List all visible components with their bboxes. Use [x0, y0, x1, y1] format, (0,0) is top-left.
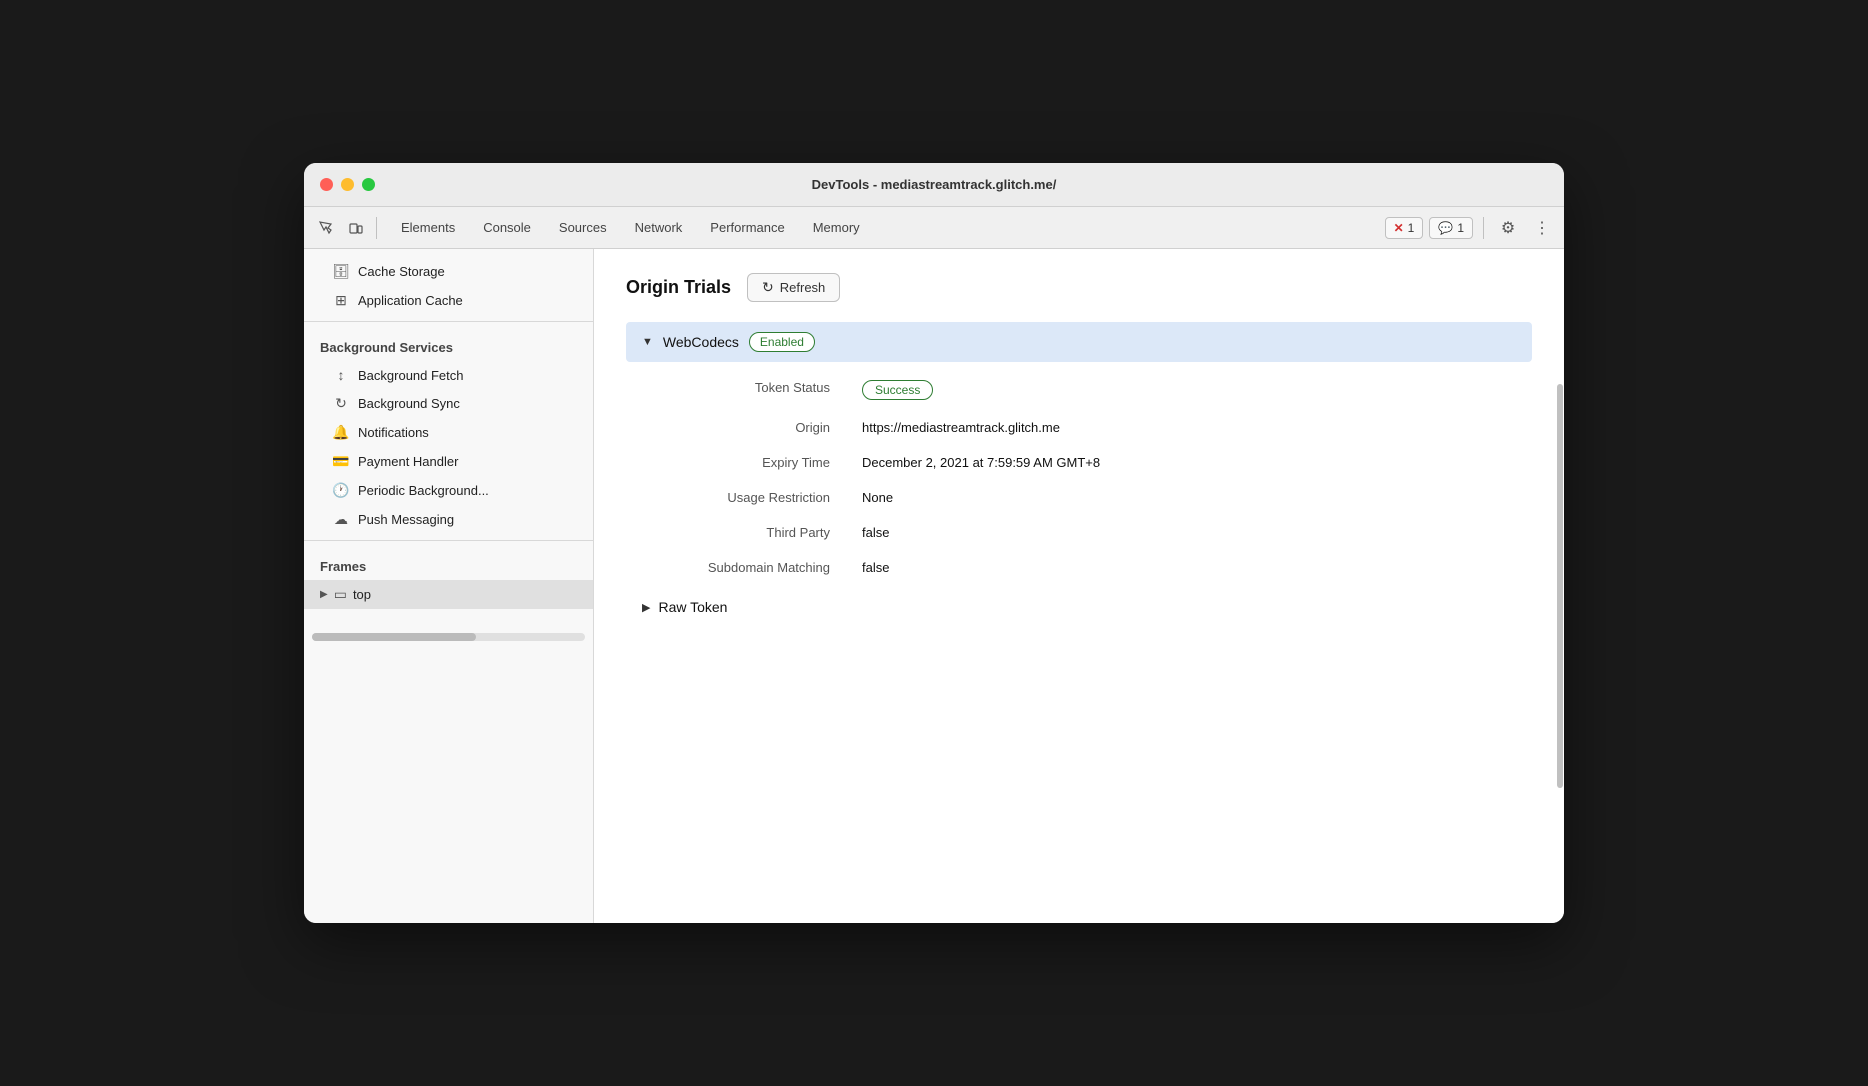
trial-name: WebCodecs: [663, 334, 739, 350]
refresh-icon: ↻: [762, 279, 774, 296]
titlebar: DevTools - mediastreamtrack.glitch.me/: [304, 163, 1564, 207]
trial-status-badge: Enabled: [749, 332, 815, 352]
sidebar-item-push-messaging[interactable]: ☁ Push Messaging: [304, 505, 593, 534]
content-area: Origin Trials ↻ Refresh ▼ WebCodecs Enab…: [594, 249, 1564, 923]
application-cache-icon: ⊞: [332, 292, 350, 309]
toolbar-right: ✕ 1 💬 1 ⚙ ⋮: [1385, 214, 1556, 242]
refresh-button[interactable]: ↻ Refresh: [747, 273, 840, 302]
third-party-row: Third Party false: [626, 515, 1532, 550]
info-badge-button[interactable]: 💬 1: [1429, 217, 1473, 239]
sidebar: 🗄 Cache Storage ⊞ Application Cache Back…: [304, 249, 594, 923]
tab-network[interactable]: Network: [621, 214, 697, 241]
sidebar-item-background-sync-label: Background Sync: [358, 396, 460, 411]
content-vertical-scrollbar[interactable]: [1556, 249, 1564, 923]
background-sync-icon: ↻: [332, 395, 350, 412]
sidebar-scrollbar-thumb: [312, 633, 476, 641]
tab-performance[interactable]: Performance: [696, 214, 798, 241]
inspect-icon[interactable]: [312, 214, 340, 242]
sidebar-item-payment-handler-label: Payment Handler: [358, 454, 458, 469]
token-status-label: Token Status: [626, 370, 846, 410]
window-controls: [320, 178, 375, 191]
token-status-value: Success: [846, 370, 1532, 410]
origin-row: Origin https://mediastreamtrack.glitch.m…: [626, 410, 1532, 445]
status-success-badge: Success: [862, 380, 933, 400]
content-header: Origin Trials ↻ Refresh: [626, 273, 1532, 302]
sidebar-item-payment-handler[interactable]: 💳 Payment Handler: [304, 447, 593, 476]
device-toggle-icon[interactable]: [342, 214, 370, 242]
usage-restriction-value: None: [846, 480, 1532, 515]
sidebar-item-notifications-label: Notifications: [358, 425, 429, 440]
toolbar: Elements Console Sources Network Perform…: [304, 207, 1564, 249]
info-count: 1: [1457, 221, 1464, 235]
info-icon: 💬: [1438, 221, 1453, 235]
page-title: Origin Trials: [626, 277, 731, 298]
refresh-label: Refresh: [780, 280, 826, 295]
maximize-button[interactable]: [362, 178, 375, 191]
origin-value: https://mediastreamtrack.glitch.me: [846, 410, 1532, 445]
frames-top-item[interactable]: ▶ ▭ top: [304, 580, 593, 609]
subdomain-label: Subdomain Matching: [626, 550, 846, 585]
window-title: DevTools - mediastreamtrack.glitch.me/: [812, 177, 1057, 192]
sidebar-divider-2: [304, 540, 593, 541]
minimize-button[interactable]: [341, 178, 354, 191]
trial-expand-chevron: ▼: [642, 336, 653, 348]
token-status-row: Token Status Success: [626, 370, 1532, 410]
toolbar-tabs: Elements Console Sources Network Perform…: [387, 214, 874, 241]
main-area: 🗄 Cache Storage ⊞ Application Cache Back…: [304, 249, 1564, 923]
error-icon: ✕: [1394, 221, 1404, 235]
subdomain-value: false: [846, 550, 1532, 585]
sidebar-item-application-cache[interactable]: ⊞ Application Cache: [304, 286, 593, 315]
sidebar-item-periodic-background-label: Periodic Background...: [358, 483, 489, 498]
frames-header: Frames: [304, 547, 593, 580]
cache-storage-icon: 🗄: [332, 263, 350, 280]
tab-elements[interactable]: Elements: [387, 214, 469, 241]
tab-console[interactable]: Console: [469, 214, 545, 241]
frames-expand-icon: ▶: [320, 589, 328, 600]
sidebar-horizontal-scrollbar[interactable]: [312, 633, 585, 641]
error-badge-button[interactable]: ✕ 1: [1385, 217, 1424, 239]
devtools-window: DevTools - mediastreamtrack.glitch.me/ E…: [304, 163, 1564, 923]
sidebar-item-application-cache-label: Application Cache: [358, 293, 463, 308]
sidebar-item-notifications[interactable]: 🔔 Notifications: [304, 418, 593, 447]
third-party-label: Third Party: [626, 515, 846, 550]
expiry-value: December 2, 2021 at 7:59:59 AM GMT+8: [846, 445, 1532, 480]
usage-restriction-row: Usage Restriction None: [626, 480, 1532, 515]
expiry-label: Expiry Time: [626, 445, 846, 480]
tab-memory[interactable]: Memory: [799, 214, 874, 241]
sidebar-item-periodic-background[interactable]: 🕐 Periodic Background...: [304, 476, 593, 505]
sidebar-item-cache-storage-label: Cache Storage: [358, 264, 445, 279]
error-count: 1: [1408, 221, 1415, 235]
trial-row[interactable]: ▼ WebCodecs Enabled: [626, 322, 1532, 362]
sidebar-item-background-sync[interactable]: ↻ Background Sync: [304, 389, 593, 418]
background-services-header: Background Services: [304, 328, 593, 361]
origin-label: Origin: [626, 410, 846, 445]
sidebar-item-background-fetch-label: Background Fetch: [358, 368, 464, 383]
notifications-icon: 🔔: [332, 424, 350, 441]
payment-handler-icon: 💳: [332, 453, 350, 470]
raw-token-label: Raw Token: [658, 599, 727, 615]
tab-sources[interactable]: Sources: [545, 214, 621, 241]
frame-folder-icon: ▭: [334, 586, 347, 603]
push-messaging-icon: ☁: [332, 511, 350, 528]
frames-top-label: top: [353, 587, 371, 602]
toolbar-divider-1: [376, 217, 377, 239]
sidebar-item-push-messaging-label: Push Messaging: [358, 512, 454, 527]
raw-token-expand-icon: ▶: [642, 601, 650, 614]
sidebar-divider-1: [304, 321, 593, 322]
usage-restriction-label: Usage Restriction: [626, 480, 846, 515]
periodic-background-icon: 🕐: [332, 482, 350, 499]
toolbar-divider-2: [1483, 217, 1484, 239]
raw-token-row[interactable]: ▶ Raw Token: [626, 589, 1532, 625]
sidebar-item-cache-storage[interactable]: 🗄 Cache Storage: [304, 257, 593, 286]
settings-icon[interactable]: ⚙: [1494, 214, 1522, 242]
expiry-row: Expiry Time December 2, 2021 at 7:59:59 …: [626, 445, 1532, 480]
background-fetch-icon: ↕: [332, 367, 350, 383]
subdomain-row: Subdomain Matching false: [626, 550, 1532, 585]
close-button[interactable]: [320, 178, 333, 191]
content-scrollbar-thumb: [1557, 384, 1563, 788]
sidebar-item-background-fetch[interactable]: ↕ Background Fetch: [304, 361, 593, 389]
third-party-value: false: [846, 515, 1532, 550]
more-options-icon[interactable]: ⋮: [1528, 214, 1556, 242]
details-table: Token Status Success Origin https://medi…: [626, 370, 1532, 585]
